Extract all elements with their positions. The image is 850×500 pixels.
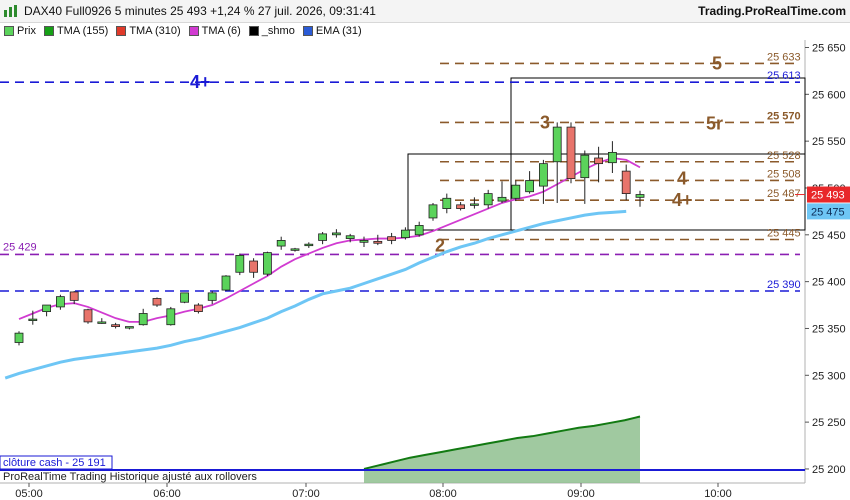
candle-body — [56, 296, 65, 308]
candle-body — [318, 233, 328, 241]
candle-body — [442, 197, 452, 209]
x-tick-label: 10:00 — [704, 488, 732, 500]
candle-body — [497, 196, 507, 202]
y-tick-label: 25 450 — [812, 230, 846, 242]
level-label: 25 528 — [767, 150, 801, 162]
candle-body — [83, 309, 93, 323]
candle-body — [331, 232, 341, 236]
x-tick-label: 06:00 — [153, 488, 181, 500]
level-tag: 3 — [540, 112, 550, 132]
candle-body — [42, 304, 51, 313]
candle-body — [635, 194, 645, 198]
candle-body — [304, 243, 314, 247]
candle-body — [608, 151, 617, 164]
candle-body — [414, 225, 424, 236]
level-label: 25 445 — [767, 227, 801, 239]
y-tick-label: 25 350 — [812, 323, 846, 335]
candle-body — [469, 203, 479, 206]
candle-body — [483, 193, 493, 206]
candle-body — [539, 163, 548, 187]
candle-body — [262, 252, 272, 275]
candle-body — [621, 170, 631, 194]
candle-body — [580, 154, 590, 179]
cash-close-label: clôture cash - 25 191 — [3, 457, 106, 469]
candle-body — [594, 157, 603, 165]
x-tick-label: 09:00 — [567, 488, 595, 500]
candle-body — [387, 236, 397, 241]
candle-body — [69, 291, 79, 301]
plot-area — [0, 40, 805, 483]
y-tick-label: 25 250 — [812, 417, 846, 429]
candle-body — [249, 260, 259, 273]
candle-body — [152, 298, 162, 306]
candle-body — [111, 324, 120, 327]
candle-body — [276, 240, 286, 247]
candle-body — [138, 313, 148, 326]
candle-body — [511, 184, 521, 199]
candle-body — [373, 240, 383, 244]
candle-body — [359, 240, 369, 243]
level-label: 25 613 — [767, 70, 801, 82]
price-chart[interactable]: 25 200 25 250 25 300 25 350 25 400 25 450 25 5… — [0, 0, 850, 500]
candle-body — [166, 308, 176, 326]
candle-body — [125, 326, 134, 329]
level-label: 25 390 — [767, 279, 801, 291]
y-tick-label: 25 200 — [812, 464, 846, 476]
candle-body — [180, 292, 190, 303]
level-label: 25 508 — [767, 168, 801, 180]
level-tag: 4+ — [190, 72, 211, 92]
candle-body — [97, 321, 107, 324]
level-tag: 5 — [712, 53, 722, 73]
candle-body — [400, 229, 410, 239]
y-tick-label: 25 650 — [812, 42, 846, 54]
y-tick-label: 25 600 — [812, 89, 846, 101]
candle-body — [221, 275, 231, 291]
y-tick-label: 25 300 — [812, 370, 846, 382]
y-tick-label: 25 550 — [812, 136, 846, 148]
candle-body — [566, 126, 576, 180]
candle-body — [345, 235, 355, 239]
level-tag: 4+ — [672, 190, 693, 210]
candle-body — [290, 248, 300, 251]
level-label: 25 570 — [767, 110, 801, 122]
candle-body — [235, 255, 245, 273]
footer-note: ProRealTime Trading Historique ajusté au… — [3, 471, 257, 483]
candle-body — [207, 292, 217, 301]
x-tick-label: 07:00 — [292, 488, 320, 500]
y-tick-label: 25 400 — [812, 277, 846, 289]
candle-body — [552, 126, 562, 163]
x-tick-label: 08:00 — [429, 488, 457, 500]
level-label: 25 429 — [3, 241, 37, 253]
candle-body — [14, 332, 24, 343]
candle-body — [428, 204, 438, 219]
ema-value-label: 25 475 — [811, 206, 845, 218]
candle-body — [28, 318, 38, 321]
candle-body — [193, 304, 203, 313]
level-tag: 5r — [706, 113, 723, 133]
level-tag: 4 — [677, 168, 687, 188]
x-tick-label: 05:00 — [15, 488, 43, 500]
level-label: 25 633 — [767, 51, 801, 63]
current-price-label: 25 493 — [811, 190, 845, 202]
candle-body — [456, 204, 466, 209]
candle-body — [525, 180, 534, 193]
